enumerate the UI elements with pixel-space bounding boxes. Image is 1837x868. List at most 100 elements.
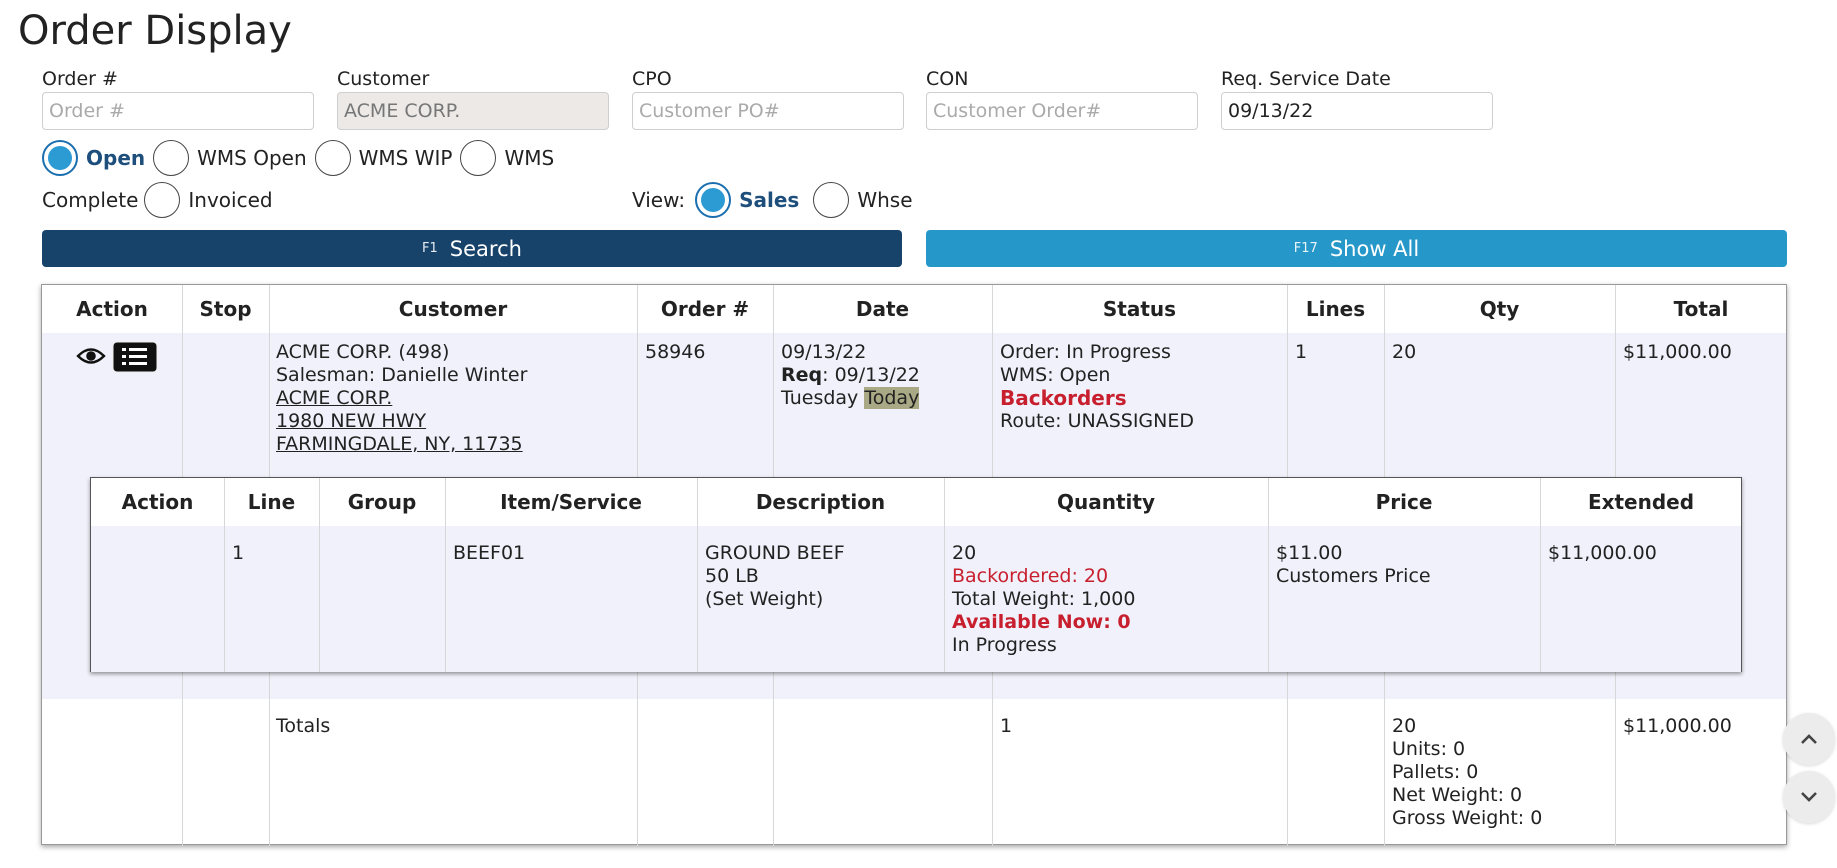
status-wms: WMS: Open <box>1000 364 1111 386</box>
view-radio-group: View: Sales Whse <box>632 182 913 218</box>
view-radio-sales[interactable] <box>695 182 732 218</box>
orders-table: Action Stop Customer Order # Date Status… <box>41 284 1787 846</box>
line-header-action[interactable]: Action <box>91 478 224 526</box>
status-radio-invoiced[interactable] <box>144 182 181 218</box>
header-qty[interactable]: Qty <box>1384 285 1615 333</box>
today-badge: Today <box>864 387 920 409</box>
show-all-button-label: Show All <box>1329 236 1420 261</box>
search-button-label: Search <box>449 236 522 261</box>
order-lines-list-icon[interactable] <box>112 341 158 378</box>
service-date-input[interactable] <box>1221 92 1493 130</box>
view-radio-sales-label[interactable]: Sales <box>739 188 799 212</box>
status-radio-wms-open[interactable] <box>153 140 190 176</box>
desc-line1: GROUND BEEF <box>705 542 845 564</box>
line-header-item[interactable]: Item/Service <box>445 478 697 526</box>
status-radio-invoiced-label[interactable]: Invoiced <box>188 188 272 212</box>
line-item-cell: BEEF01 <box>453 542 526 564</box>
order-qty-cell: 20 <box>1392 341 1417 363</box>
status-radio-complete-label[interactable]: Complete <box>42 188 138 212</box>
weekday: Tuesday <box>781 387 859 409</box>
scroll-down-button[interactable] <box>1783 771 1835 823</box>
show-all-button-key: F17 <box>1293 241 1318 256</box>
line-number-cell: 1 <box>232 542 245 564</box>
view-radio-whse[interactable] <box>813 182 850 218</box>
ship-to-name-link[interactable]: ACME CORP. <box>276 387 527 410</box>
line-extended-cell: $11,000.00 <box>1548 542 1657 564</box>
totals-net-weight: Net Weight: 0 <box>1392 784 1523 806</box>
header-stop[interactable]: Stop <box>182 285 269 333</box>
customer-po-input[interactable] <box>632 92 904 130</box>
status-radio-open[interactable] <box>42 140 78 176</box>
line-header-extended[interactable]: Extended <box>1540 478 1742 526</box>
line-header-line[interactable]: Line <box>224 478 319 526</box>
total-weight: Total Weight: 1,000 <box>952 588 1136 610</box>
address-line1-link[interactable]: 1980 NEW HWY <box>276 410 527 433</box>
status-radio-open-label[interactable]: Open <box>86 146 145 170</box>
totals-qty-cell: 20 Units: 0 Pallets: 0 Net Weight: 0 Gro… <box>1392 715 1542 830</box>
scroll-up-button[interactable] <box>1783 713 1835 765</box>
totals-qty: 20 <box>1392 715 1417 737</box>
header-order-number[interactable]: Order # <box>637 285 773 333</box>
totals-label: Totals <box>276 715 331 737</box>
desc-line2: 50 LB <box>705 565 759 587</box>
line-header-price[interactable]: Price <box>1268 478 1540 526</box>
status-radio-wms-open-label[interactable]: WMS Open <box>197 146 307 170</box>
totals-pallets: Pallets: 0 <box>1392 761 1479 783</box>
order-number-label: Order # <box>42 68 118 90</box>
order-total-cell: $11,000.00 <box>1623 341 1732 363</box>
line-header-description[interactable]: Description <box>697 478 944 526</box>
order-date-cell: 09/13/22 Req: 09/13/22 Tuesday Today <box>781 341 920 410</box>
view-order-eye-icon[interactable] <box>76 345 106 372</box>
req-label: Req <box>781 364 823 386</box>
totals-status-count: 1 <box>1000 715 1013 737</box>
cpo-label: CPO <box>632 68 672 90</box>
available-now: Available Now: 0 <box>952 611 1131 633</box>
customer-order-input[interactable] <box>926 92 1198 130</box>
header-lines[interactable]: Lines <box>1287 285 1384 333</box>
customer-input[interactable] <box>337 92 609 130</box>
header-status[interactable]: Status <box>992 285 1287 333</box>
search-button[interactable]: F1 Search <box>42 230 902 267</box>
totals-amount: $11,000.00 <box>1623 715 1732 737</box>
status-order: Order: In Progress <box>1000 341 1171 363</box>
line-description-cell: GROUND BEEF 50 LB (Set Weight) <box>705 542 845 611</box>
status-radio-wms-wip[interactable] <box>314 140 351 176</box>
header-customer[interactable]: Customer <box>269 285 637 333</box>
status-radio-group: Open WMS Open WMS WIP WMS <box>42 140 554 176</box>
order-date: 09/13/22 <box>781 341 867 363</box>
address-line2-link[interactable]: FARMINGDALE, NY, 11735 <box>276 433 527 456</box>
con-label: CON <box>926 68 969 90</box>
chevron-up-icon <box>1801 734 1817 744</box>
status-radio-wms[interactable] <box>460 140 497 176</box>
order-number-cell: 58946 <box>645 341 706 363</box>
salesman: Salesman: Danielle Winter <box>276 364 528 386</box>
totals-gross-weight: Gross Weight: 0 <box>1392 807 1543 829</box>
view-label: View: <box>632 188 686 212</box>
header-date[interactable]: Date <box>773 285 992 333</box>
desc-line3: (Set Weight) <box>705 588 824 610</box>
order-lines-table: Action Line Group Item/Service Descripti… <box>90 477 1742 672</box>
page-title: Order Display <box>18 8 292 54</box>
line-price-cell: $11.00 Customers Price <box>1276 542 1431 588</box>
service-date-label: Req. Service Date <box>1221 68 1391 90</box>
status-backorders: Backorders <box>1000 386 1127 410</box>
line-quantity-cell: 20 Backordered: 20 Total Weight: 1,000 A… <box>952 542 1135 657</box>
order-lines-cell: 1 <box>1295 341 1308 363</box>
line-header-group[interactable]: Group <box>319 478 445 526</box>
status-radio-group-2: Complete Invoiced <box>42 182 273 218</box>
backordered-qty: Backordered: 20 <box>952 565 1109 587</box>
line-qty: 20 <box>952 542 977 564</box>
line-header-quantity[interactable]: Quantity <box>944 478 1268 526</box>
line-status: In Progress <box>952 634 1057 656</box>
view-radio-whse-label[interactable]: Whse <box>857 188 912 212</box>
chevron-down-icon <box>1801 792 1817 802</box>
line-price: $11.00 <box>1276 542 1343 564</box>
status-radio-wms-label[interactable]: WMS <box>504 146 554 170</box>
order-number-input[interactable] <box>42 92 314 130</box>
header-action[interactable]: Action <box>42 285 182 333</box>
header-total[interactable]: Total <box>1615 285 1787 333</box>
customer-name: ACME CORP. (498) <box>276 341 450 363</box>
status-radio-wms-wip-label[interactable]: WMS WIP <box>359 146 453 170</box>
line-price-type: Customers Price <box>1276 565 1431 587</box>
show-all-button[interactable]: F17 Show All <box>926 230 1787 267</box>
